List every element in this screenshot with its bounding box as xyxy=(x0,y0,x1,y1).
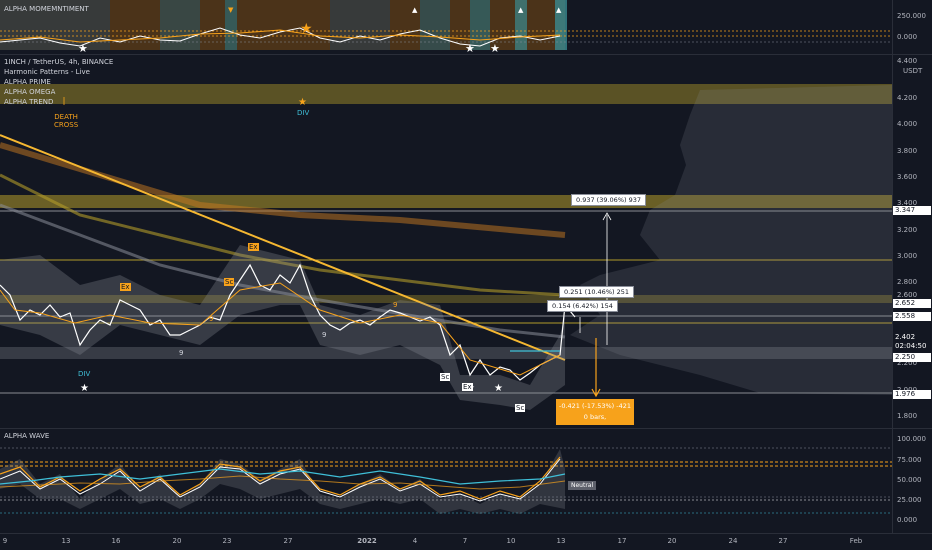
svg-text:▼: ▼ xyxy=(228,6,234,14)
momentum-title: ALPHA MOMEMNTIMENT xyxy=(4,5,89,13)
axis-tick: 4.400 xyxy=(897,57,918,65)
last-price-tag[interactable]: 2.402 xyxy=(893,333,931,342)
target-up-box[interactable]: 0.937 (39.06%) 937 xyxy=(571,194,647,206)
pattern-badge[interactable]: Ex xyxy=(462,383,473,391)
wave-title[interactable]: ALPHA WAVE xyxy=(4,432,49,440)
time-tick: 10 xyxy=(506,537,516,545)
price-tag[interactable]: 2.250 xyxy=(893,353,931,362)
study-harmonic[interactable]: Harmonic Patterns - Live xyxy=(4,68,90,76)
price-axis[interactable]: USDT 4.400 4.200 4.000 3.800 3.600 3.400… xyxy=(892,55,932,428)
axis-tick: 0.000 xyxy=(897,516,918,524)
nine-count-label: 9 xyxy=(322,331,327,339)
nine-count-label: 9 xyxy=(393,301,398,309)
price-tag[interactable]: 3.347 xyxy=(893,206,931,215)
axis-tick: 1.800 xyxy=(897,412,918,420)
price-tag[interactable]: 2.558 xyxy=(893,312,931,321)
svg-text:▲: ▲ xyxy=(518,6,524,14)
time-tick: 17 xyxy=(617,537,627,545)
axis-tick: 3.800 xyxy=(897,147,918,155)
nine-count-label: 9 xyxy=(209,315,214,323)
div-label-top: DIV xyxy=(297,109,310,117)
wave-axis[interactable]: 100.000 75.000 50.000 25.000 0.000 xyxy=(892,429,932,533)
axis-tick: 3.600 xyxy=(897,173,918,181)
pattern-badge[interactable]: Ex xyxy=(248,243,259,251)
study-alpha-trend[interactable]: ALPHA TREND xyxy=(4,98,53,106)
pattern-badge[interactable]: Sc xyxy=(515,404,526,412)
target-down-box[interactable]: -0.421 (-17.53%) -421 0 bars, xyxy=(556,399,634,425)
wave-pane[interactable]: ALPHA WAVE Neutral xyxy=(0,429,892,533)
death-cross-line2: CROSS xyxy=(54,121,79,129)
pattern-badge[interactable]: Ex xyxy=(120,283,131,291)
currency-label: USDT xyxy=(903,67,923,75)
nine-count-label: 9 xyxy=(179,349,184,357)
study-alpha-omega[interactable]: ALPHA OMEGA xyxy=(4,88,55,96)
time-tick: 23 xyxy=(222,537,232,545)
time-tick: 20 xyxy=(667,537,677,545)
axis-tick: 3.200 xyxy=(897,226,918,234)
time-tick: 13 xyxy=(61,537,71,545)
momentum-pane[interactable]: ★ ★ ★ ★ ▼ ▲ ▲ ▲ ALPHA MOMEMNTIMENT xyxy=(0,0,892,54)
axis-tick: 2.800 xyxy=(897,278,918,286)
axis-tick: 3.000 xyxy=(897,252,918,260)
axis-tick: 2.600 xyxy=(897,291,918,299)
measure-mid-box[interactable]: 0.251 (10.46%) 251 xyxy=(559,286,635,298)
axis-tick: 25.000 xyxy=(897,496,922,504)
price-tag[interactable]: 2.652 xyxy=(893,299,931,308)
svg-text:★: ★ xyxy=(490,42,500,54)
bars-text: 0 bars, xyxy=(583,413,607,421)
axis-tick: 250.000 xyxy=(897,12,926,20)
svg-text:★: ★ xyxy=(494,383,503,394)
symbol-title[interactable]: 1INCH / TetherUS, 4h, BINANCE xyxy=(4,58,113,66)
svg-text:★: ★ xyxy=(465,42,475,54)
target-down-text: -0.421 (-17.53%) -421 xyxy=(558,402,632,410)
axis-tick: 0.000 xyxy=(897,33,918,41)
axis-tick: 100.000 xyxy=(897,435,926,443)
measure-low-box[interactable]: 0.154 (6.42%) 154 xyxy=(547,300,618,312)
svg-text:★: ★ xyxy=(298,97,307,108)
time-tick: 7 xyxy=(462,537,468,545)
countdown-tag: 02:04:50 xyxy=(893,342,931,351)
time-tick: 16 xyxy=(111,537,121,545)
time-tick: 9 xyxy=(2,537,8,545)
svg-text:★: ★ xyxy=(300,21,313,37)
death-cross-label: DEATH CROSS xyxy=(54,113,78,129)
time-tick: 27 xyxy=(283,537,293,545)
study-alpha-prime[interactable]: ALPHA PRIME xyxy=(4,78,51,86)
svg-text:★: ★ xyxy=(80,383,89,394)
time-tick: Feb xyxy=(849,537,863,545)
svg-text:▲: ▲ xyxy=(412,6,418,14)
time-tick: 27 xyxy=(778,537,788,545)
pattern-badge[interactable]: Sc xyxy=(224,278,235,286)
price-pane[interactable]: ★ ★ ★ ★ 1INCH / TetherUS, 4h, BINANCE Ha… xyxy=(0,55,892,428)
momentum-price-axis[interactable]: 250.000 0.000 xyxy=(892,0,932,54)
time-tick: 13 xyxy=(556,537,566,545)
div-label-bottom: DIV xyxy=(78,370,91,378)
momentum-chart: ★ ★ ★ ★ ▼ ▲ ▲ ▲ xyxy=(0,0,892,54)
time-tick: 20 xyxy=(172,537,182,545)
axis-tick: 4.200 xyxy=(897,94,918,102)
axis-tick: 4.000 xyxy=(897,120,918,128)
neutral-badge: Neutral xyxy=(568,481,597,490)
time-tick: 2022 xyxy=(357,537,377,545)
svg-text:★: ★ xyxy=(78,42,88,54)
axis-tick: 50.000 xyxy=(897,476,922,484)
wave-chart xyxy=(0,447,892,514)
time-tick: 24 xyxy=(728,537,738,545)
price-tag[interactable]: 1.976 xyxy=(893,390,931,399)
pattern-badge[interactable]: Sc xyxy=(440,373,451,381)
death-cross-line1: DEATH xyxy=(54,113,78,121)
axis-tick: 75.000 xyxy=(897,456,922,464)
time-tick: 4 xyxy=(412,537,418,545)
svg-text:▲: ▲ xyxy=(556,6,562,14)
